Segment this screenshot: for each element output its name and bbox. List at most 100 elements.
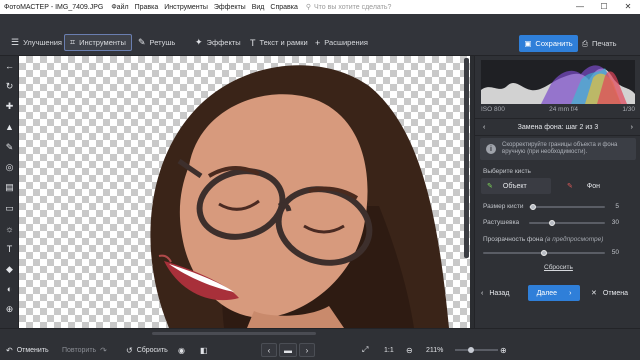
app-name: ФотоМАСТЕР bbox=[4, 3, 49, 11]
bucket-icon[interactable]: ◆ bbox=[0, 259, 19, 279]
globe-icon[interactable]: ◐ bbox=[0, 279, 19, 299]
feather-row: Растушевка 30 bbox=[483, 218, 637, 228]
reset-icon: ↺ bbox=[126, 345, 133, 355]
feather-value: 30 bbox=[611, 219, 619, 226]
menu-edit[interactable]: Правка bbox=[135, 4, 159, 11]
zoom-out-icon[interactable]: ⊖ bbox=[406, 344, 413, 356]
feather-thumb[interactable] bbox=[548, 220, 555, 226]
histogram bbox=[481, 60, 635, 104]
tab-enhancements[interactable]: ☰ Улучшения bbox=[6, 34, 67, 51]
zoom-value: 211% bbox=[426, 346, 444, 354]
tool-rail: ← ↻ ✚ ▲ ✎ ◎ ▤ ▭ ☼ T ◆ ◐ ⊕ bbox=[0, 56, 19, 328]
printer-icon: ⎙ bbox=[582, 38, 588, 48]
text-icon[interactable]: T bbox=[0, 239, 19, 259]
ellipse-icon[interactable]: ▭ bbox=[0, 198, 19, 218]
folder-button[interactable]: ▬ bbox=[279, 343, 297, 357]
prev-image-button[interactable]: ‹ bbox=[261, 343, 277, 357]
photo-canvas[interactable] bbox=[19, 56, 470, 328]
menu-file[interactable]: Файл bbox=[111, 4, 128, 11]
chevron-right-icon[interactable]: › bbox=[631, 124, 633, 131]
fit-screen-icon[interactable]: ⤢ bbox=[362, 344, 368, 356]
cancel-button[interactable]: ✕ Отмена bbox=[591, 286, 628, 300]
brush-size-value: 5 bbox=[615, 203, 619, 210]
back-button[interactable]: ‹ Назад bbox=[481, 286, 509, 300]
print-button[interactable]: ⎙ Печать bbox=[582, 35, 617, 52]
tab-retouch[interactable]: ✎ Ретушь bbox=[133, 34, 180, 51]
save-button[interactable]: ▣ Сохранить bbox=[519, 35, 578, 52]
zoom-1-1-button[interactable]: 1:1 bbox=[384, 344, 394, 356]
magic-wand-icon: ✦ bbox=[195, 37, 203, 47]
maximize-icon[interactable]: ☐ bbox=[592, 0, 616, 14]
exif-info: ISO 800 24 mm f/4 1/30 bbox=[481, 106, 635, 113]
close-icon[interactable]: ✕ bbox=[616, 0, 640, 14]
save-icon: ▣ bbox=[524, 39, 532, 48]
app-window: ФотоМАСТЕР - IMG_7409.JPG Файл Правка Ин… bbox=[0, 0, 640, 360]
brush-plus-icon: ✎ bbox=[487, 183, 493, 190]
iso-value: ISO 800 bbox=[481, 106, 505, 113]
globe-icon-2[interactable]: ⊕ bbox=[0, 300, 19, 320]
feather-label: Растушевка bbox=[483, 219, 520, 226]
undo-icon: ↶ bbox=[6, 345, 13, 355]
zoom-in-icon[interactable]: ⊕ bbox=[500, 344, 507, 356]
vertical-scrollbar[interactable] bbox=[464, 58, 469, 258]
lens-value: 24 mm f/4 bbox=[549, 106, 579, 113]
search-icon: ⚲ bbox=[305, 4, 311, 11]
choose-brush-label: Выберите кисть bbox=[483, 168, 531, 175]
search-input[interactable]: Что вы хотите сделать? bbox=[314, 4, 391, 11]
chevron-left-icon[interactable]: ‹ bbox=[483, 124, 485, 131]
tab-tools[interactable]: ⌗ Инструменты bbox=[64, 34, 132, 51]
redo-button[interactable]: Повторить ↷ bbox=[62, 344, 107, 356]
zoom-slider[interactable] bbox=[455, 349, 498, 351]
window-title: ФотоМАСТЕР - IMG_7409.JPG bbox=[4, 3, 104, 11]
brush-icon[interactable]: ✎ bbox=[0, 137, 19, 157]
histogram-graph bbox=[481, 65, 635, 104]
plus-icon: + bbox=[315, 37, 321, 48]
window-controls: — ☐ ✕ bbox=[568, 0, 640, 14]
zoom-slider-thumb[interactable] bbox=[468, 347, 474, 353]
rotate-icon[interactable]: ↻ bbox=[0, 76, 19, 96]
brush-size-label: Размер кисти bbox=[483, 203, 524, 210]
chevron-right-icon: › bbox=[305, 345, 309, 355]
tab-effects[interactable]: ✦ Эффекты bbox=[190, 34, 246, 51]
brush-background-button[interactable]: ✎ Фон bbox=[559, 178, 635, 194]
menu-help[interactable]: Справка bbox=[270, 4, 297, 11]
brush-size-row: Размер кисти 5 bbox=[483, 202, 637, 212]
healing-icon[interactable]: ✚ bbox=[0, 97, 19, 117]
transparency-label: Прозрачность фона (в предпросмотре) bbox=[483, 236, 604, 243]
search-box[interactable]: ⚲ Что вы хотите сделать? bbox=[305, 3, 392, 12]
text-icon: T bbox=[250, 37, 256, 48]
reset-all-button[interactable]: ↺ Сбросить bbox=[126, 344, 168, 356]
brush-size-track[interactable] bbox=[529, 206, 605, 208]
compare-icon[interactable]: ◧ bbox=[200, 344, 208, 356]
shutter-value: 1/30 bbox=[622, 106, 635, 113]
menu-tools[interactable]: Инструменты bbox=[164, 4, 208, 11]
target-icon[interactable]: ◎ bbox=[0, 157, 19, 177]
horizontal-scrollbar[interactable] bbox=[152, 332, 316, 335]
brush-size-thumb[interactable] bbox=[529, 204, 536, 210]
reset-link[interactable]: Сбросить bbox=[544, 264, 573, 271]
gradient-icon[interactable]: ▤ bbox=[0, 178, 19, 198]
sliders-icon: ☰ bbox=[11, 37, 20, 47]
minimize-icon[interactable]: — bbox=[568, 0, 592, 14]
transparency-thumb[interactable] bbox=[541, 250, 547, 256]
brush-icon: ✎ bbox=[138, 37, 146, 47]
tab-text-frames[interactable]: T Текст и рамки bbox=[245, 34, 313, 51]
back-arrow-icon[interactable]: ← bbox=[0, 56, 19, 76]
brush-object-button[interactable]: ✎ Объект bbox=[481, 178, 551, 194]
photo bbox=[150, 65, 449, 328]
next-image-button[interactable]: › bbox=[299, 343, 315, 357]
step-header: ‹ Замена фона: шаг 2 из 3 › bbox=[475, 118, 640, 136]
menu-effects[interactable]: Эффекты bbox=[214, 4, 246, 11]
close-icon: ✕ bbox=[591, 290, 597, 297]
wizard-nav: ‹ Назад Далее › ✕ Отмена bbox=[475, 282, 640, 302]
chevron-left-icon: ‹ bbox=[481, 289, 484, 297]
tab-extensions[interactable]: + Расширения bbox=[310, 34, 373, 51]
feather-track[interactable] bbox=[529, 222, 605, 224]
menu-view[interactable]: Вид bbox=[252, 4, 265, 11]
stamp-icon[interactable]: ▲ bbox=[0, 117, 19, 137]
transparency-value: 50 bbox=[611, 249, 619, 256]
next-button[interactable]: Далее › bbox=[528, 285, 580, 301]
undo-button[interactable]: ↶ Отменить bbox=[6, 344, 49, 356]
sun-icon[interactable]: ☼ bbox=[0, 218, 19, 238]
preview-eye-icon[interactable]: ◉ bbox=[178, 344, 185, 356]
